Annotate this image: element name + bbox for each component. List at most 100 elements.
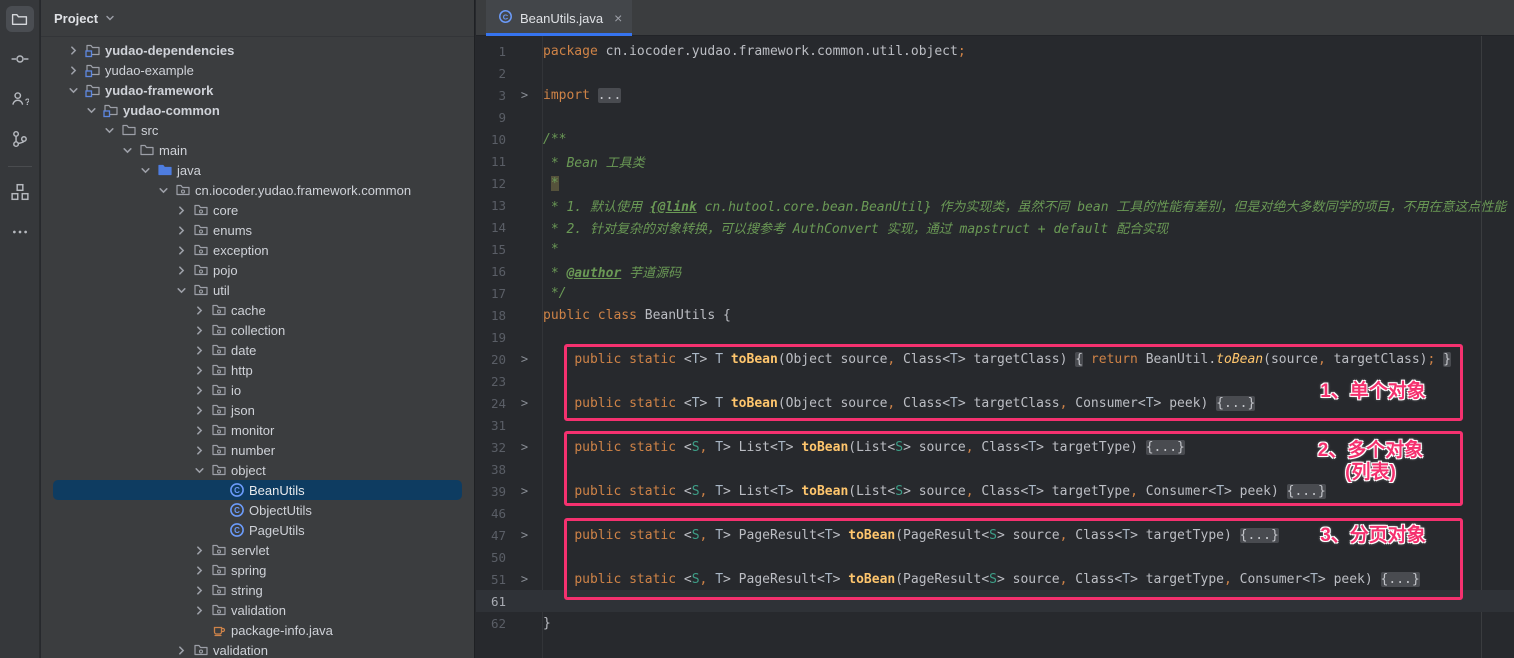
line-number: 47 — [476, 528, 506, 543]
chevron-right-icon[interactable] — [171, 205, 191, 216]
chevron-right-icon[interactable] — [63, 45, 83, 56]
chevron-down-icon[interactable] — [105, 11, 115, 26]
chevron-down-icon[interactable] — [81, 105, 101, 116]
chevron-right-icon[interactable] — [171, 245, 191, 256]
tree-item-validation[interactable]: validation — [53, 640, 462, 658]
chevron-down-icon[interactable] — [63, 85, 83, 96]
fold-arrow-icon[interactable]: > — [506, 572, 543, 586]
code-line-16[interactable]: 16 * @author 芋道源码 — [476, 260, 1514, 282]
chevron-down-icon[interactable] — [171, 285, 191, 296]
package-icon — [209, 562, 229, 578]
chevron-right-icon[interactable] — [171, 265, 191, 276]
tree-item-collection[interactable]: collection — [53, 320, 462, 340]
code-text: package cn.iocoder.yudao.framework.commo… — [543, 44, 966, 59]
line-number: 14 — [476, 220, 506, 235]
tree-item-date[interactable]: date — [53, 340, 462, 360]
tree-item-yudao-common[interactable]: yudao-common — [53, 100, 462, 120]
tree-item-yudao-example[interactable]: yudao-example — [53, 60, 462, 80]
chevron-right-icon[interactable] — [189, 305, 209, 316]
chevron-down-icon[interactable] — [117, 145, 137, 156]
code-line-2[interactable]: 2 — [476, 62, 1514, 84]
code-line-9[interactable]: 9 — [476, 106, 1514, 128]
tree-item-validation[interactable]: validation — [53, 600, 462, 620]
code-line-10[interactable]: 10/** — [476, 128, 1514, 150]
tab-beanutils-java[interactable]: C BeanUtils.java × — [486, 0, 632, 36]
chevron-down-icon[interactable] — [189, 465, 209, 476]
close-icon[interactable]: × — [614, 10, 622, 26]
code-line-15[interactable]: 15 * — [476, 238, 1514, 260]
tree-item-number[interactable]: number — [53, 440, 462, 460]
code-line-13[interactable]: 13 * 1. 默认使用 {@link cn.hutool.core.bean.… — [476, 194, 1514, 216]
tree-item-core[interactable]: core — [53, 200, 462, 220]
code-line-11[interactable]: 11 * Bean 工具类 — [476, 150, 1514, 172]
tree-item-enums[interactable]: enums — [53, 220, 462, 240]
tree-item-json[interactable]: json — [53, 400, 462, 420]
tree-item-beanutils[interactable]: CBeanUtils — [53, 480, 462, 500]
chevron-right-icon[interactable] — [189, 445, 209, 456]
chevron-right-icon[interactable] — [189, 405, 209, 416]
package-icon — [191, 642, 211, 658]
tree-item-objectutils[interactable]: CObjectUtils — [53, 500, 462, 520]
tree-item-io[interactable]: io — [53, 380, 462, 400]
fold-arrow-icon[interactable]: > — [506, 352, 543, 366]
tree-item-yudao-dependencies[interactable]: yudao-dependencies — [53, 40, 462, 60]
code-line-62[interactable]: 62} — [476, 612, 1514, 634]
tool-structure-button[interactable] — [6, 179, 34, 205]
code-line-17[interactable]: 17 */ — [476, 282, 1514, 304]
line-number: 46 — [476, 506, 506, 521]
code-line-14[interactable]: 14 * 2. 针对复杂的对象转换，可以搜参考 AuthConvert 实现，通… — [476, 216, 1514, 238]
tool-code-review-button[interactable]: ? — [6, 86, 34, 112]
chevron-down-icon[interactable] — [153, 185, 173, 196]
chevron-down-icon[interactable] — [135, 165, 155, 176]
tree-item-label: yudao-dependencies — [105, 43, 234, 58]
code-line-3[interactable]: 3>import ... — [476, 84, 1514, 106]
project-panel-header[interactable]: Project — [41, 0, 474, 37]
tree-item-yudao-framework[interactable]: yudao-framework — [53, 80, 462, 100]
fold-arrow-icon[interactable]: > — [506, 484, 543, 498]
fold-arrow-icon[interactable]: > — [506, 440, 543, 454]
code-line-12[interactable]: 12 * — [476, 172, 1514, 194]
chevron-right-icon[interactable] — [171, 225, 191, 236]
tree-item-pageutils[interactable]: CPageUtils — [53, 520, 462, 540]
tree-item-spring[interactable]: spring — [53, 560, 462, 580]
tree-item-cn-iocoder-yudao-framework-common[interactable]: cn.iocoder.yudao.framework.common — [53, 180, 462, 200]
fold-arrow-icon[interactable]: > — [506, 396, 543, 410]
tool-git-branch-button[interactable] — [6, 126, 34, 152]
tool-more-button[interactable] — [6, 219, 34, 245]
tree-item-exception[interactable]: exception — [53, 240, 462, 260]
fold-arrow-icon[interactable]: > — [506, 528, 543, 542]
tree-item-package-info-java[interactable]: package-info.java — [53, 620, 462, 640]
chevron-right-icon[interactable] — [189, 325, 209, 336]
tree-item-pojo[interactable]: pojo — [53, 260, 462, 280]
chevron-right-icon[interactable] — [63, 65, 83, 76]
tree-item-object[interactable]: object — [53, 460, 462, 480]
tool-commit-button[interactable] — [6, 46, 34, 72]
tree-item-src[interactable]: src — [53, 120, 462, 140]
chevron-right-icon[interactable] — [189, 565, 209, 576]
tree-item-label: cache — [231, 303, 266, 318]
tree-item-main[interactable]: main — [53, 140, 462, 160]
chevron-down-icon[interactable] — [99, 125, 119, 136]
chevron-right-icon[interactable] — [189, 345, 209, 356]
tree-item-label: string — [231, 583, 263, 598]
tree-item-servlet[interactable]: servlet — [53, 540, 462, 560]
tree-item-util[interactable]: util — [53, 280, 462, 300]
chevron-right-icon[interactable] — [189, 605, 209, 616]
tool-project-button[interactable] — [6, 6, 34, 32]
tree-item-java[interactable]: java — [53, 160, 462, 180]
chevron-right-icon[interactable] — [189, 385, 209, 396]
chevron-right-icon[interactable] — [189, 585, 209, 596]
fold-arrow-icon[interactable]: > — [506, 88, 543, 102]
chevron-right-icon[interactable] — [189, 545, 209, 556]
code-line-18[interactable]: 18public class BeanUtils { — [476, 304, 1514, 326]
chevron-right-icon[interactable] — [171, 645, 191, 656]
tree-item-http[interactable]: http — [53, 360, 462, 380]
svg-text:C: C — [234, 486, 240, 495]
code-line-1[interactable]: 1package cn.iocoder.yudao.framework.comm… — [476, 40, 1514, 62]
chevron-right-icon[interactable] — [189, 425, 209, 436]
chevron-right-icon[interactable] — [189, 365, 209, 376]
tree-item-monitor[interactable]: monitor — [53, 420, 462, 440]
line-number: 12 — [476, 176, 506, 191]
tree-item-cache[interactable]: cache — [53, 300, 462, 320]
tree-item-string[interactable]: string — [53, 580, 462, 600]
